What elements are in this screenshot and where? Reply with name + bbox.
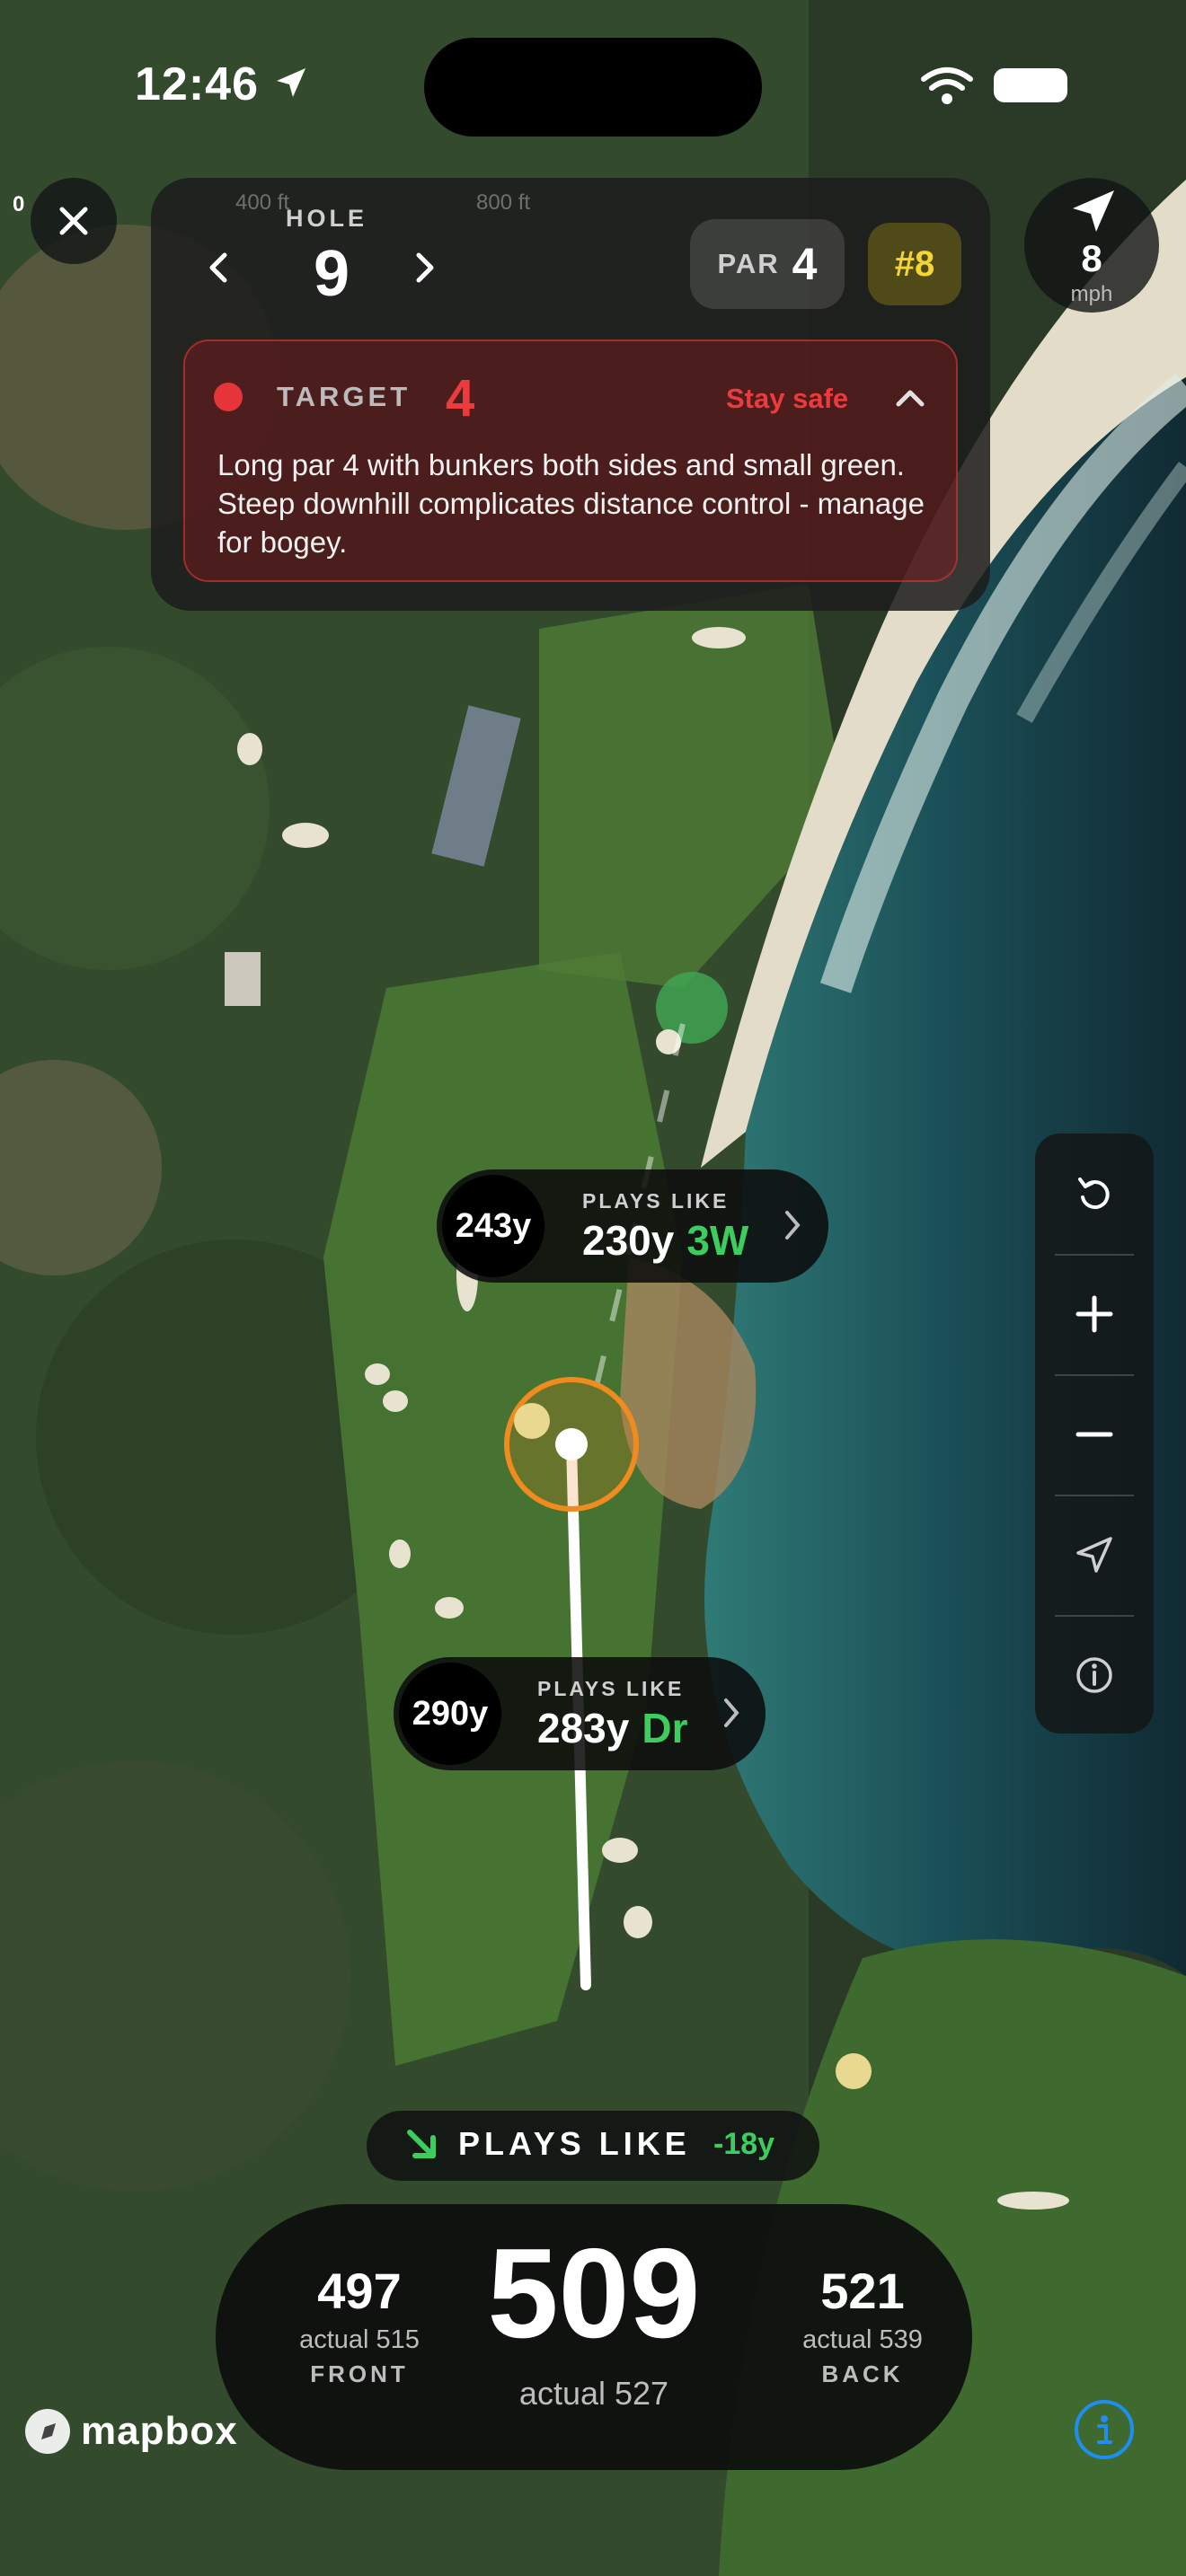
- back-actual: actual 539: [802, 2325, 923, 2354]
- map-controls: [1035, 1134, 1154, 1734]
- hole-info-panel: HOLE 9 PAR 4 #8 TARGET 4 Stay safe Long …: [151, 178, 990, 611]
- zoom-out-button[interactable]: [1035, 1374, 1154, 1495]
- par-value: 4: [792, 239, 818, 289]
- location-arrow-icon: [277, 68, 305, 97]
- par-badge: PAR 4: [690, 219, 845, 309]
- plays-like-label: PLAYS LIKE: [582, 1189, 730, 1213]
- chevron-right-icon: [785, 1211, 801, 1239]
- target-strategy-card[interactable]: TARGET 4 Stay safe Long par 4 with bunke…: [183, 340, 958, 582]
- chevron-up-icon[interactable]: [890, 377, 931, 419]
- front-distance: 497 actual 515 FRONT: [261, 2262, 458, 2388]
- hole-label: HOLE: [286, 205, 368, 232]
- battery-icon: [994, 68, 1067, 102]
- wind-direction-icon: [1073, 190, 1114, 232]
- close-icon: [59, 207, 88, 235]
- front-actual: actual 515: [299, 2325, 420, 2354]
- plays-like-distance: 230y: [582, 1217, 675, 1264]
- info-icon: [1076, 1657, 1112, 1693]
- chevron-right-icon: [724, 1698, 739, 1727]
- shot-actual-distance: 243y: [442, 1175, 544, 1277]
- front-value: 497: [317, 2263, 402, 2319]
- scale-label-800: 800 ft: [476, 190, 531, 215]
- close-button[interactable]: [31, 178, 117, 264]
- shot-distance-pill[interactable]: 290y PLAYS LIKE 283y Dr: [394, 1657, 766, 1770]
- club-label: Dr: [642, 1705, 688, 1751]
- back-value: 521: [820, 2263, 905, 2319]
- chevron-right-icon: [416, 252, 434, 283]
- minus-icon: [1075, 1432, 1113, 1437]
- strategy-text: Stay safe: [726, 383, 849, 414]
- arrow-down-right-icon: [407, 2130, 436, 2158]
- wind-speed: 8: [1081, 237, 1102, 279]
- locate-me-button[interactable]: [1035, 1495, 1154, 1615]
- back-distance: 521 actual 539 BACK: [764, 2262, 961, 2388]
- next-hole-button[interactable]: [399, 241, 453, 295]
- plays-like-banner[interactable]: PLAYS LIKE -18y: [367, 2111, 819, 2181]
- chevron-left-icon: [209, 252, 227, 283]
- center-value: 509: [487, 2222, 701, 2365]
- reset-view-button[interactable]: [1035, 1134, 1154, 1254]
- scale-label-400: 400 ft: [235, 190, 290, 215]
- attribution-info-button[interactable]: [1075, 2400, 1134, 2459]
- hole-number: 9: [313, 238, 350, 310]
- par-label: PAR: [717, 248, 780, 279]
- front-label: FRONT: [310, 2360, 409, 2387]
- rotate-ccw-icon: [1078, 1178, 1110, 1210]
- plus-icon: [1075, 1295, 1113, 1333]
- target-status-dot: [214, 383, 243, 411]
- distance-card[interactable]: 497 actual 515 FRONT 509 actual 527 521 …: [216, 2204, 972, 2470]
- map-info-button[interactable]: [1035, 1615, 1154, 1735]
- handicap-badge: #8: [868, 223, 961, 305]
- plays-like-distance: 283y: [537, 1705, 630, 1751]
- shot-actual-distance: 290y: [399, 1663, 501, 1765]
- wind-indicator[interactable]: 8 mph: [1024, 178, 1159, 313]
- navigation-arrow-icon: [1076, 1537, 1112, 1573]
- target-score: 4: [446, 369, 475, 428]
- shot-distance-pill[interactable]: 243y PLAYS LIKE 230y 3W: [437, 1169, 828, 1283]
- status-time: 12:46: [135, 58, 259, 110]
- hole-description: Long par 4 with bunkers both sides and s…: [217, 448, 925, 559]
- wind-unit: mph: [1070, 282, 1113, 306]
- scale-zero-label: 0: [13, 192, 25, 216]
- plays-like-banner-label: PLAYS LIKE: [458, 2125, 691, 2162]
- back-label: BACK: [821, 2360, 904, 2387]
- mapbox-attribution-logo[interactable]: mapbox: [22, 2405, 238, 2457]
- previous-hole-button[interactable]: [190, 241, 244, 295]
- center-distance: 509 actual 527: [431, 2222, 757, 2413]
- info-icon: [1097, 2415, 1112, 2444]
- plays-like-label: PLAYS LIKE: [537, 1677, 685, 1700]
- dynamic-island: [424, 38, 762, 137]
- zoom-in-button[interactable]: [1035, 1254, 1154, 1374]
- target-label: TARGET: [277, 381, 412, 412]
- mapbox-icon: [25, 2409, 70, 2454]
- mapbox-wordmark: mapbox: [81, 2409, 238, 2453]
- plays-like-adjustment: -18y: [713, 2127, 775, 2161]
- center-actual: actual 527: [518, 2375, 669, 2412]
- club-label: 3W: [686, 1217, 749, 1264]
- wifi-icon: [921, 67, 973, 104]
